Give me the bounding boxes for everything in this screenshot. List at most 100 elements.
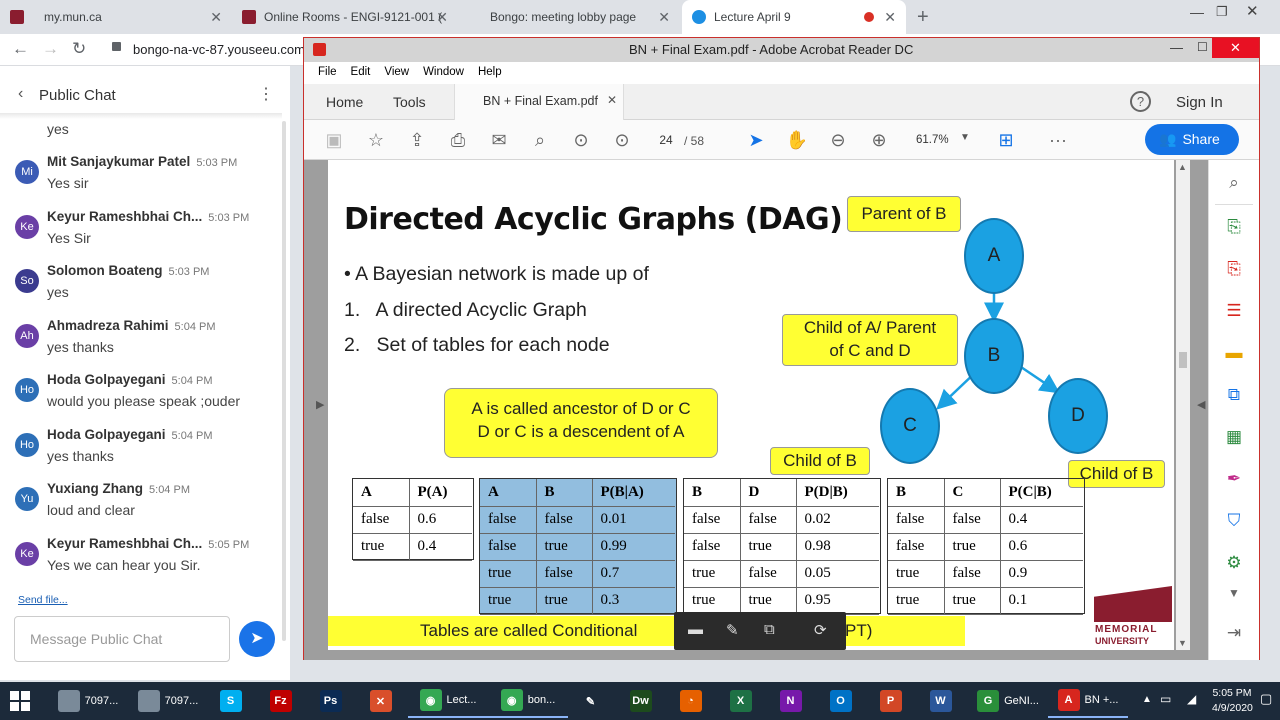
taskbar-item[interactable]: ◔ <box>668 684 718 718</box>
browser-tab-active[interactable]: Lecture April 9 ✕ <box>682 0 906 34</box>
hand-icon[interactable]: ✋ <box>785 128 809 152</box>
taskbar-item[interactable]: Dw <box>618 684 668 718</box>
taskbar-item[interactable]: W <box>918 684 968 718</box>
taskbar-item[interactable]: ✕ <box>358 684 408 718</box>
sign-in-button[interactable]: Sign In <box>1176 94 1223 111</box>
taskbar-item[interactable]: Ps <box>308 684 358 718</box>
reload-icon[interactable]: ↻ <box>72 39 86 59</box>
scroll-up-icon[interactable]: ▲ <box>1178 162 1187 172</box>
taskbar-item[interactable]: N <box>768 684 818 718</box>
minimize-icon[interactable]: — <box>1170 40 1183 55</box>
zoom-level[interactable]: 61.7% <box>916 134 949 146</box>
protect-icon[interactable]: ⛉ <box>1223 510 1245 532</box>
zoom-in-icon[interactable]: ⊕ <box>867 128 891 152</box>
search-icon[interactable]: ⌕ <box>528 128 552 152</box>
menu-view[interactable]: View <box>384 66 409 78</box>
close-icon[interactable]: ✕ <box>884 9 896 26</box>
taskbar-item[interactable]: ✎ <box>568 684 618 718</box>
search-icon[interactable]: ⌕ <box>1223 172 1245 194</box>
browser-tab[interactable]: my.mun.ca ✕ <box>0 0 232 34</box>
taskbar-item[interactable]: 7097... <box>128 684 208 718</box>
page-number-input[interactable]: 24 <box>650 130 682 150</box>
tab-home[interactable]: Home <box>326 94 363 110</box>
compress-icon[interactable]: ▦ <box>1223 426 1245 448</box>
menu-file[interactable]: File <box>318 66 337 78</box>
forward-icon[interactable]: → <box>42 39 59 59</box>
new-tab-button[interactable]: + <box>917 6 929 29</box>
close-icon[interactable]: ✕ <box>658 9 670 26</box>
url-field[interactable]: bongo-na-vc-87.youseeu.com <box>133 42 305 57</box>
chevron-down-icon[interactable]: ▼ <box>960 132 970 143</box>
taskbar-item[interactable]: 7097... <box>48 684 128 718</box>
vertical-scrollbar[interactable]: ▲ ▼ <box>1176 160 1190 650</box>
minimize-icon[interactable]: — <box>1190 4 1204 20</box>
save-icon[interactable]: ▣ <box>322 128 346 152</box>
taskbar-item[interactable]: Fz <box>258 684 308 718</box>
crop-icon[interactable]: ⧉ <box>764 621 775 638</box>
pen-icon[interactable]: ✎ <box>726 621 739 639</box>
tab-document[interactable]: BN + Final Exam.pdf ✕ <box>454 84 624 120</box>
scroll-thumb[interactable] <box>1179 352 1187 368</box>
fit-page-icon[interactable]: ⊞ <box>994 128 1018 152</box>
page-down-icon[interactable]: ⊙ <box>610 128 634 152</box>
more-options-icon[interactable]: ⋮ <box>258 84 274 104</box>
clock[interactable]: 5:05 PM 4/9/2020 <box>1212 686 1253 716</box>
scrollbar[interactable] <box>282 121 286 641</box>
maximize-icon[interactable]: ☐ <box>1197 40 1208 54</box>
close-icon[interactable]: ✕ <box>436 9 448 26</box>
send-file-link[interactable]: Send file... <box>18 594 68 606</box>
taskbar-item[interactable]: X <box>718 684 768 718</box>
email-icon[interactable]: ✉ <box>487 128 511 152</box>
close-icon[interactable]: ✕ <box>210 9 222 26</box>
chevron-down-icon[interactable]: ▼ <box>1223 582 1245 604</box>
collapse-right-icon[interactable]: ◀ <box>1197 398 1205 411</box>
upload-icon[interactable]: ⇪ <box>405 128 429 152</box>
chevron-left-icon[interactable]: ‹ <box>18 85 23 103</box>
close-window-button[interactable]: ✕ <box>1212 38 1259 58</box>
menu-window[interactable]: Window <box>423 66 464 78</box>
taskbar-item[interactable]: P <box>868 684 918 718</box>
export-pdf-icon[interactable]: ⎘ <box>1223 216 1245 238</box>
close-icon[interactable]: ✕ <box>607 93 617 107</box>
bookmark-star-icon[interactable]: ☆ <box>364 128 388 152</box>
message-input[interactable]: Message Public Chat <box>14 616 230 662</box>
select-cursor-icon[interactable]: ➤ <box>744 128 768 152</box>
collapse-pane-icon[interactable]: ⇥ <box>1223 622 1245 644</box>
organize-pages-icon[interactable]: ☰ <box>1223 300 1245 322</box>
menu-edit[interactable]: Edit <box>351 66 371 78</box>
volume-icon[interactable]: ◢ <box>1187 692 1196 706</box>
page-up-icon[interactable]: ⊙ <box>569 128 593 152</box>
zoom-out-icon[interactable]: ⊖ <box>826 128 850 152</box>
collapse-left-icon[interactable]: ▶ <box>316 398 324 411</box>
send-button[interactable]: ➤ <box>239 621 275 657</box>
tray-chevron-icon[interactable]: ▲ <box>1142 694 1152 705</box>
taskbar-item[interactable]: ◉ Lect... <box>408 684 488 718</box>
fill-sign-icon[interactable]: ✒ <box>1223 468 1245 490</box>
tab-tools[interactable]: Tools <box>393 94 426 110</box>
notification-icon[interactable]: ▢ <box>1260 691 1272 707</box>
rotate-icon[interactable]: ⟳ <box>814 621 827 639</box>
send-for-review-icon[interactable]: ⚙ <box>1223 552 1245 574</box>
share-button[interactable]: 👥 Share <box>1145 124 1239 155</box>
scroll-down-icon[interactable]: ▼ <box>1178 638 1187 648</box>
browser-tab[interactable]: Bongo: meeting lobby page ✕ <box>458 0 680 34</box>
more-tools-icon[interactable]: ··· <box>1046 128 1070 152</box>
browser-tab[interactable]: Online Rooms - ENGI-9121-001 ( ✕ <box>232 0 458 34</box>
close-window-icon[interactable]: ✕ <box>1246 2 1259 20</box>
restore-icon[interactable]: ❐ <box>1216 4 1228 20</box>
comment-icon[interactable]: ▬ <box>688 621 703 638</box>
taskbar-item[interactable]: ◉ bon... <box>488 684 568 718</box>
print-icon[interactable]: ⎙ <box>446 128 470 152</box>
taskbar-item[interactable]: A BN +... <box>1048 684 1128 718</box>
taskbar-item[interactable]: O <box>818 684 868 718</box>
help-icon[interactable]: ? <box>1130 91 1151 112</box>
menu-help[interactable]: Help <box>478 66 502 78</box>
network-icon[interactable]: ▭ <box>1160 692 1171 706</box>
taskbar-item[interactable]: S <box>208 684 258 718</box>
comment-icon[interactable]: ▬ <box>1223 342 1245 364</box>
start-button[interactable] <box>10 684 30 718</box>
taskbar-item[interactable]: G GeNI... <box>968 684 1048 718</box>
create-pdf-icon[interactable]: ⎘ <box>1223 258 1245 280</box>
combine-files-icon[interactable]: ⧉ <box>1223 384 1245 406</box>
back-icon[interactable]: ← <box>12 39 29 59</box>
